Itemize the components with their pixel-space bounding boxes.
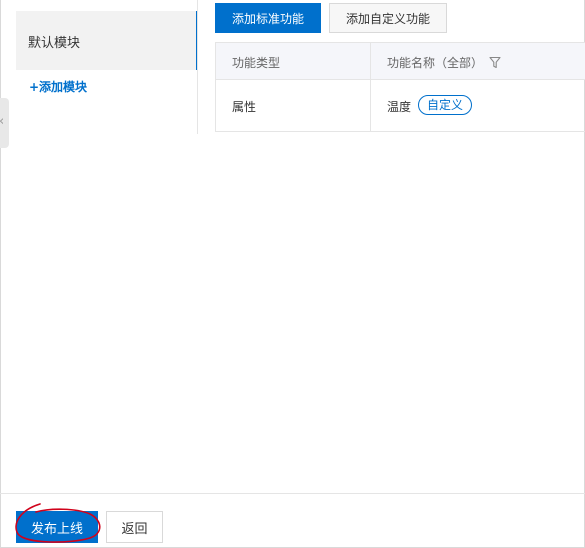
column-header-type: 功能类型: [232, 56, 281, 70]
back-button[interactable]: 返回: [106, 511, 163, 543]
footer-divider: [0, 493, 585, 494]
custom-tag-badge: 自定义: [418, 95, 473, 115]
column-header-name-label: 功能名称（全部）: [387, 56, 484, 70]
cell-function-name: 温度: [387, 100, 412, 114]
filter-icon[interactable]: [489, 56, 501, 69]
module-panel: 默认模块 +添加模块: [16, 0, 198, 134]
add-module-link[interactable]: +添加模块: [29, 78, 87, 95]
table-header: 功能类型 功能名称（全部）: [216, 43, 585, 80]
add-standard-function-button[interactable]: 添加标准功能: [215, 3, 321, 33]
chevron-left-icon: ‹: [0, 114, 4, 130]
table-row: 属性 温度 自定义: [216, 80, 585, 132]
sidebar-collapse-handle[interactable]: ‹: [0, 98, 9, 148]
column-header-name[interactable]: 功能名称（全部）: [387, 54, 501, 71]
module-item-default[interactable]: 默认模块: [16, 11, 198, 70]
module-item-label: 默认模块: [28, 36, 81, 51]
publish-button[interactable]: 发布上线: [16, 511, 98, 543]
cell-function-type: 属性: [232, 100, 257, 114]
function-table: 功能类型 功能名称（全部） 属性 温度 自定义: [215, 42, 585, 132]
module-divider: [197, 0, 198, 134]
add-custom-function-button[interactable]: 添加自定义功能: [329, 3, 447, 33]
